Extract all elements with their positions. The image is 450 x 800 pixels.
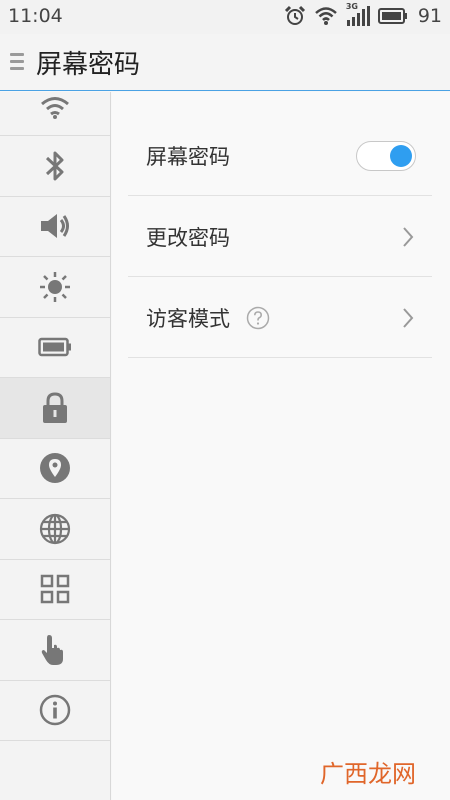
sidebar-item-bluetooth[interactable] — [0, 136, 110, 197]
chevron-right-icon — [403, 307, 414, 328]
battery-icon — [38, 338, 71, 357]
menu-icon[interactable] — [10, 53, 24, 71]
hand-pointer-icon — [41, 634, 63, 665]
globe-icon — [39, 513, 71, 544]
screen-password-toggle[interactable] — [356, 140, 416, 171]
page-title: 屏幕密码 — [36, 50, 141, 80]
sidebar-item-apps[interactable] — [0, 560, 110, 620]
toggle-knob — [390, 144, 412, 167]
battery-icon — [377, 8, 407, 24]
alarm-icon — [284, 5, 305, 25]
settings-content: 屏幕密码 更改密码 访客模式 — [112, 92, 450, 800]
status-bar: 11:04 3G 91 — [0, 0, 450, 34]
volume-icon — [41, 214, 69, 239]
sidebar-item-about[interactable] — [0, 681, 110, 741]
sidebar-item-gestures[interactable] — [0, 620, 110, 681]
change-password-row[interactable]: 更改密码 — [128, 197, 432, 277]
apps-grid-icon — [40, 575, 70, 604]
brightness-icon — [40, 271, 70, 302]
help-icon[interactable] — [246, 306, 270, 330]
chevron-right-icon — [403, 226, 414, 247]
screen-password-label: 屏幕密码 — [146, 144, 230, 169]
settings-sidebar — [0, 92, 111, 800]
cellular-signal-icon: 3G — [346, 2, 370, 27]
info-icon — [39, 695, 71, 726]
sidebar-item-language[interactable] — [0, 499, 110, 560]
bluetooth-icon — [45, 151, 64, 181]
change-password-label: 更改密码 — [146, 225, 230, 250]
status-time: 11:04 — [8, 5, 63, 27]
app-header: 屏幕密码 — [0, 34, 450, 91]
sidebar-item-wifi[interactable] — [0, 92, 110, 136]
location-icon — [40, 453, 70, 484]
sidebar-item-sound[interactable] — [0, 197, 110, 257]
sidebar-item-battery[interactable] — [0, 318, 110, 378]
screen-password-row[interactable]: 屏幕密码 — [128, 116, 432, 196]
guest-mode-row[interactable]: 访客模式 — [128, 278, 432, 358]
sidebar-item-location[interactable] — [0, 439, 110, 499]
status-icons: 3G 91 — [284, 2, 442, 27]
watermark-text: 广西龙网 — [320, 760, 416, 788]
lock-icon — [43, 392, 67, 423]
guest-mode-label: 访客模式 — [146, 306, 230, 331]
wifi-icon — [314, 7, 337, 25]
wifi-icon — [41, 96, 69, 119]
battery-percent: 91 — [417, 5, 442, 27]
sidebar-item-lock-screen[interactable] — [0, 378, 110, 439]
sidebar-item-display[interactable] — [0, 257, 110, 318]
